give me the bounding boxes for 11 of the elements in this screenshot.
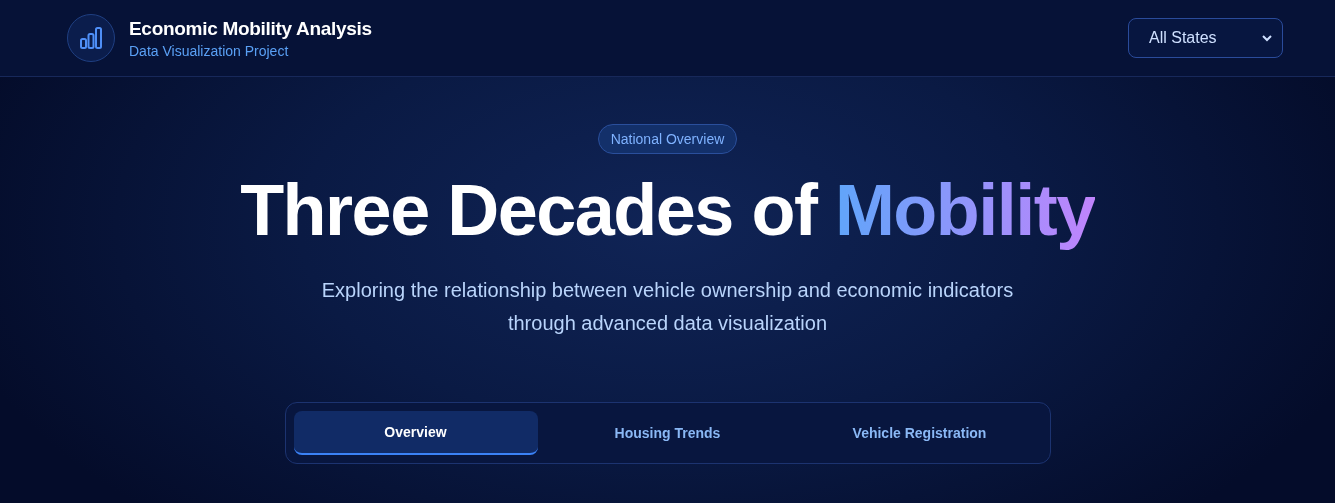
tab[interactable]: Vehicle Registration xyxy=(797,411,1042,455)
app-subtitle: Data Visualization Project xyxy=(129,42,290,59)
hero-title: Three Decades of Mobility xyxy=(240,169,1095,252)
logo-icon xyxy=(67,14,115,62)
app-title: Economic Mobility Analysis xyxy=(129,17,372,40)
chevron-down-icon xyxy=(1262,34,1272,42)
hero-description: Exploring the relationship between vehicle ownership and economic indicators through advanced data visualization xyxy=(320,278,1015,336)
tab[interactable]: Overview xyxy=(293,411,538,455)
state-select[interactable]: All States xyxy=(1128,18,1283,58)
tab[interactable]: Housing Trends xyxy=(545,411,790,455)
section-badge: National Overview xyxy=(597,124,738,154)
